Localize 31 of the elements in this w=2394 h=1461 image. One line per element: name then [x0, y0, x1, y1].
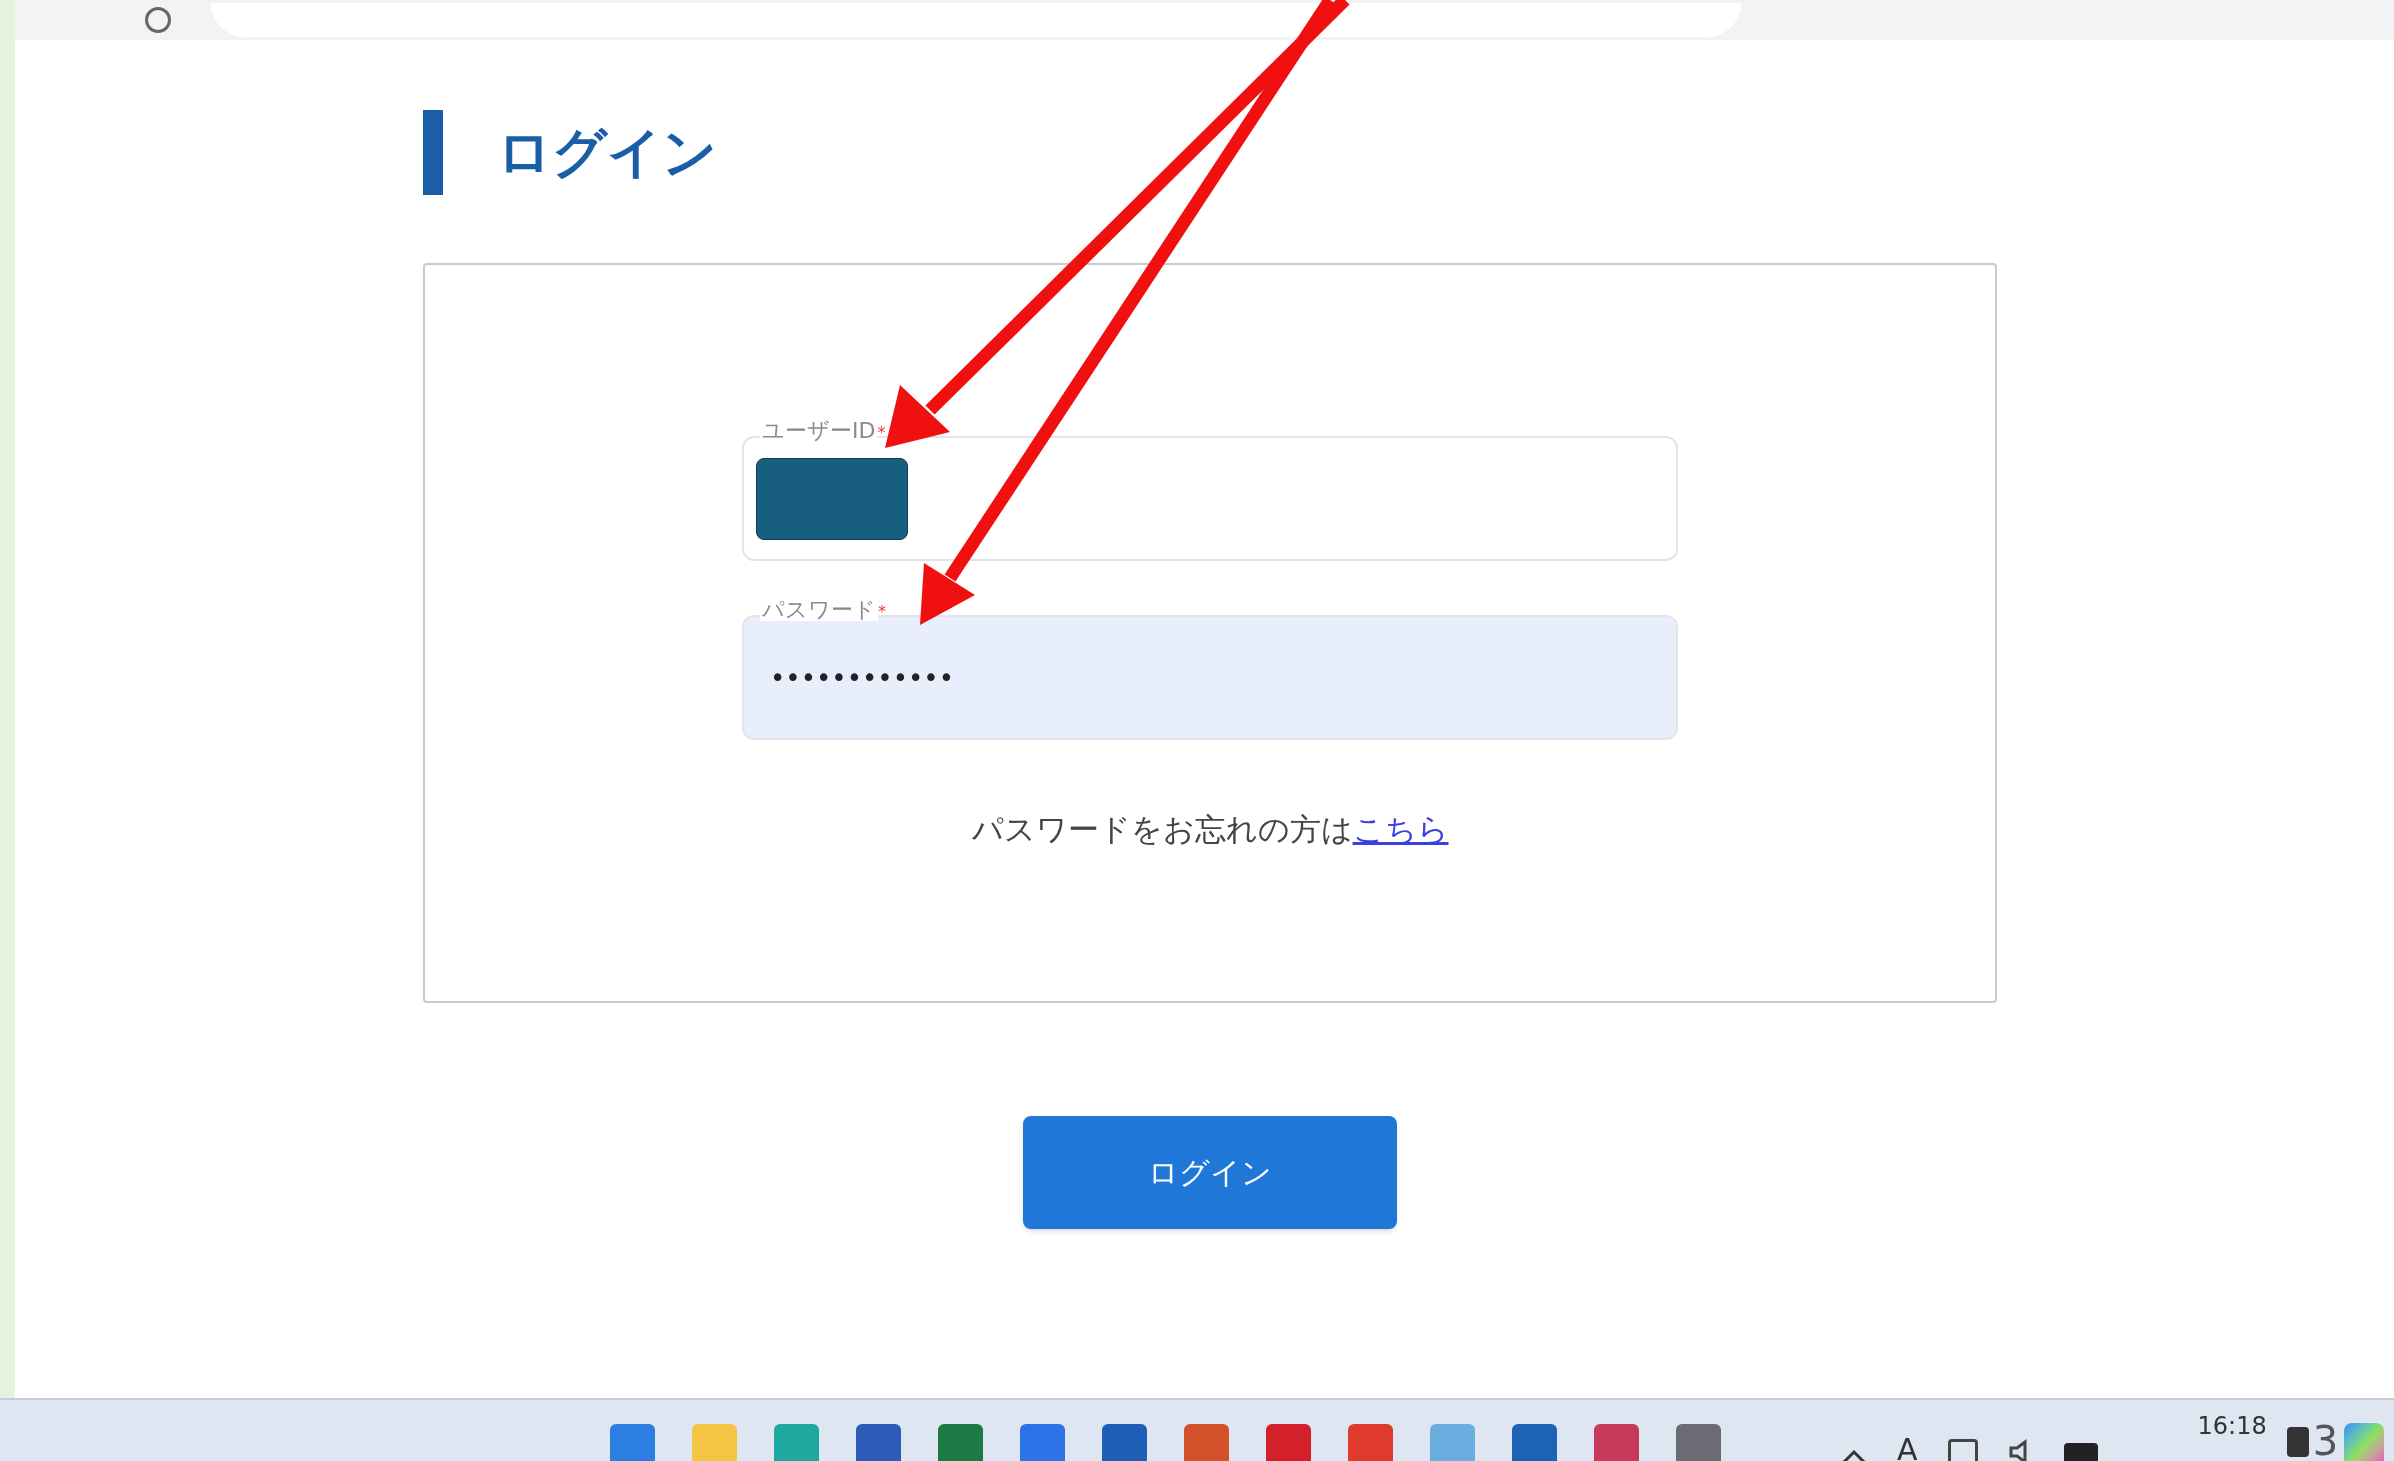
- clock-time[interactable]: 16:18: [2197, 1413, 2267, 1438]
- battery-icon[interactable]: [2063, 1443, 2098, 1461]
- app-icon[interactable]: [1430, 1424, 1475, 1461]
- notification-count[interactable]: 3: [2312, 1421, 2339, 1461]
- chevron-up-icon[interactable]: [1841, 1449, 1867, 1461]
- field-label: パスワード: [760, 599, 878, 621]
- reload-icon[interactable]: [145, 7, 171, 33]
- forgot-password-text: パスワードをお忘れの方はこちら: [971, 810, 1449, 849]
- monitor-icon[interactable]: [1947, 1439, 1978, 1461]
- ime-indicator[interactable]: A: [1897, 1435, 1918, 1461]
- app-icon[interactable]: [1102, 1424, 1147, 1461]
- app-icon[interactable]: [1184, 1424, 1229, 1461]
- page-title: ログイン: [497, 125, 717, 180]
- app-icon[interactable]: [938, 1424, 983, 1461]
- required-mark: *: [877, 425, 886, 441]
- app-icon[interactable]: [856, 1424, 901, 1461]
- app-icon[interactable]: [1594, 1424, 1639, 1461]
- field-label: ユーザーID: [760, 420, 878, 442]
- app-icon[interactable]: [1020, 1424, 1065, 1461]
- app-icon[interactable]: [1676, 1424, 1721, 1461]
- forgot-password-link[interactable]: こちら: [1352, 811, 1449, 847]
- app-icon[interactable]: [1266, 1424, 1311, 1461]
- app-icon[interactable]: [1348, 1424, 1393, 1461]
- notification-icon[interactable]: [2286, 1427, 2309, 1457]
- copilot-icon[interactable]: [2344, 1423, 2385, 1461]
- app-icon[interactable]: [692, 1424, 737, 1461]
- app-icon[interactable]: [610, 1424, 655, 1461]
- field-value: ••••••••••••: [770, 664, 955, 691]
- login-button[interactable]: ログイン: [1023, 1116, 1397, 1229]
- app-icon[interactable]: [1512, 1424, 1557, 1461]
- app-icon[interactable]: [774, 1424, 819, 1461]
